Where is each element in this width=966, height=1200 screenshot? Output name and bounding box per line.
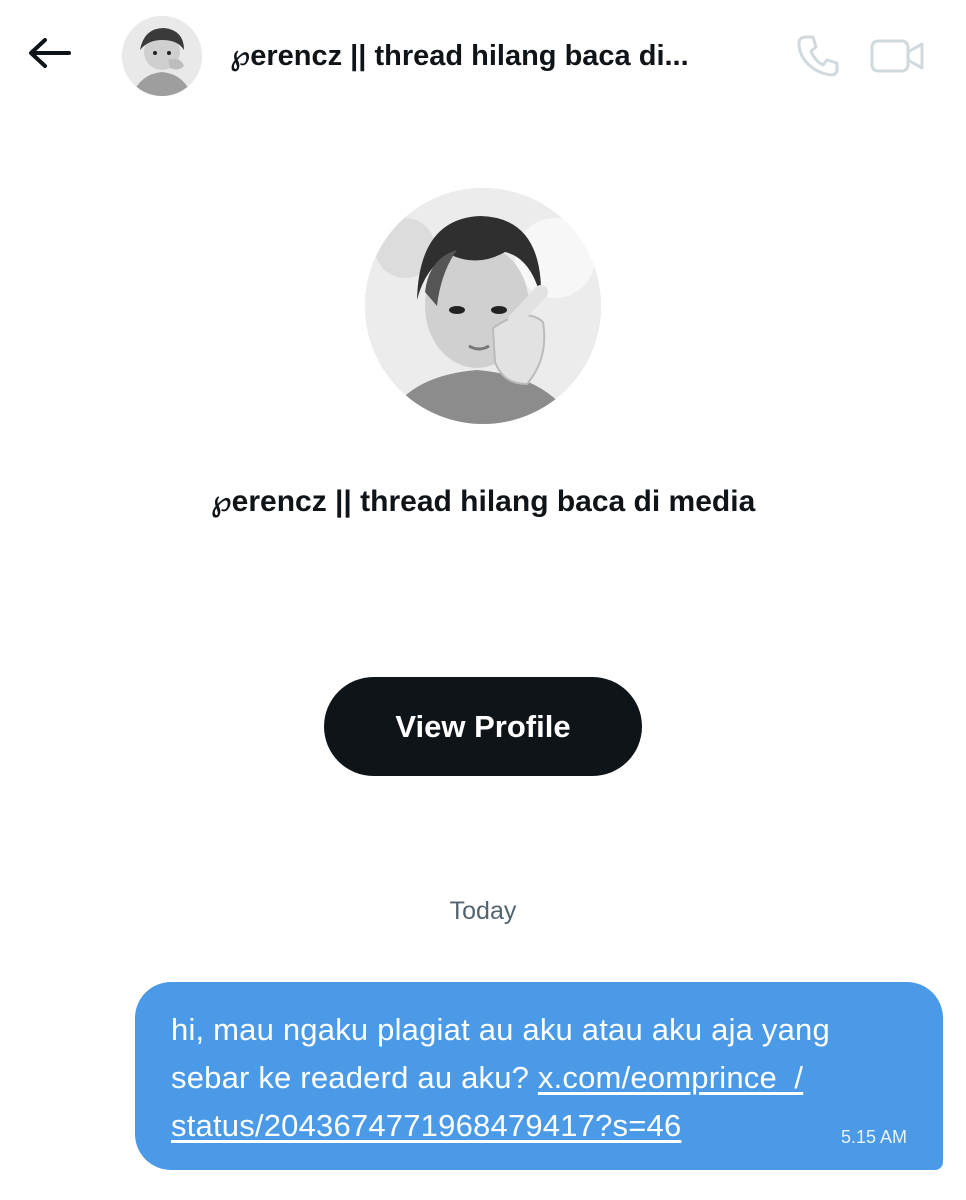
message-link-part-1: x.com/eomprince_/ (537, 1060, 804, 1095)
profile-avatar[interactable] (365, 188, 601, 424)
message-timestamp: 5.15 AM (840, 1127, 907, 1147)
message-link-part-2: status/2043674771968479417?s=46 (171, 1108, 682, 1143)
call-button[interactable] (792, 30, 844, 82)
message-text: hi, mau ngaku plagiat au aku atau aku aj… (171, 1006, 883, 1150)
video-call-button[interactable] (868, 30, 928, 82)
view-profile-button[interactable]: View Profile (324, 677, 642, 776)
header-avatar[interactable] (122, 16, 202, 96)
back-button[interactable] (24, 28, 74, 78)
header-title[interactable]: ℘erencz || thread hilang baca di... (230, 36, 750, 76)
message-bubble[interactable]: hi, mau ngaku plagiat au aku atau aku aj… (135, 982, 943, 1170)
arrow-left-icon (29, 38, 71, 68)
video-camera-icon (870, 39, 924, 73)
phone-icon (797, 35, 839, 77)
conversation-header: ℘erencz || thread hilang baca di... (0, 0, 966, 110)
profile-name: ℘erencz || thread hilang baca di media (210, 485, 756, 518)
date-separator: Today (449, 897, 517, 925)
